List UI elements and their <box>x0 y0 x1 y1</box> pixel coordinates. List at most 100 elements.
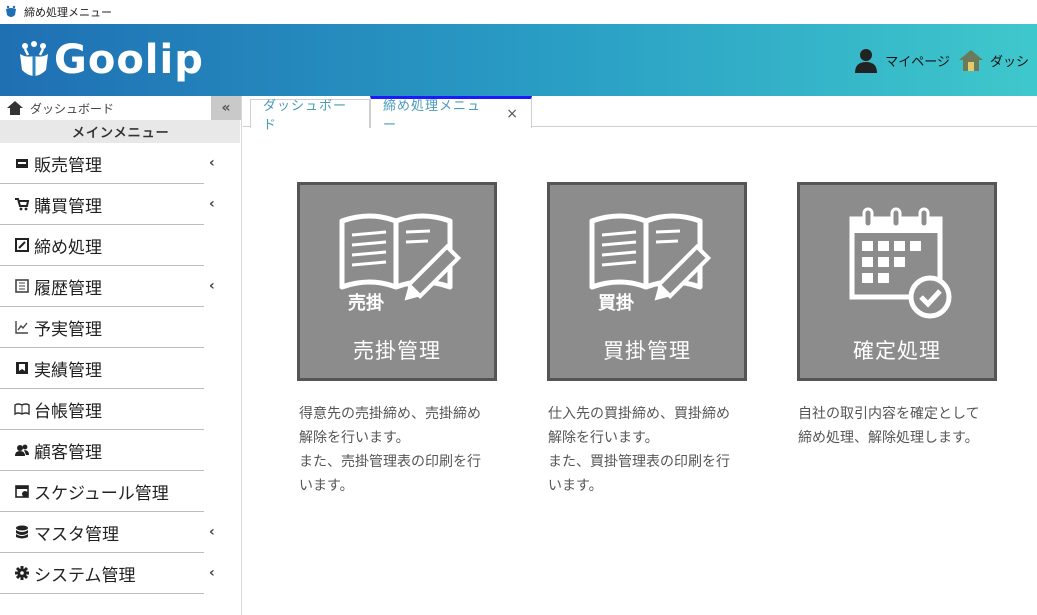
sidebar-item-4[interactable]: 予実管理 <box>0 307 240 348</box>
sidebar-item-0[interactable]: 販売管理 ‹ <box>0 143 240 184</box>
sidebar-item-6[interactable]: 台帳管理 <box>0 389 240 430</box>
accounts-payable-description: 仕入先の買掛締め、買掛締め 解除を行います。 また、買掛管理表の印刷を行 います… <box>548 402 763 498</box>
confirm-process-card[interactable]: 確定処理 <box>797 182 997 381</box>
sidebar-item-cell: 台帳管理 <box>0 389 204 430</box>
tab-closing-menu-label: 締め処理メニュー <box>383 98 482 133</box>
open-book-pencil-icon <box>339 213 462 301</box>
dashboard-link[interactable]: ダッシ <box>958 48 1029 72</box>
tulip-logo-icon <box>20 41 48 76</box>
sidebar-item-label: スケジュール管理 <box>34 483 169 504</box>
goolip-logo[interactable]: Goolip <box>16 37 204 83</box>
sidebar-collapse-button[interactable]: « <box>211 96 241 120</box>
sidebar-item-label: 予実管理 <box>34 319 102 340</box>
card-label: 確定処理 <box>853 339 941 363</box>
sidebar-item-label: 実績管理 <box>34 360 102 381</box>
accounts-receivable-description: 得意先の売掛締め、売掛締め 解除を行います。 また、売掛管理表の印刷を行 います… <box>299 402 514 498</box>
description-line: また、買掛管理表の印刷を行 <box>548 454 730 470</box>
database-icon <box>16 525 28 539</box>
window-title: 締め処理メニュー <box>24 6 112 19</box>
logo-text: Goolip <box>54 37 204 83</box>
chevron-left-icon[interactable]: ‹ <box>209 155 215 171</box>
sidebar: ダッシュボード « メインメニュー 販売管理 ‹ 購買管理 ‹ 締め処理履歴管理 ‹ 予実管… <box>0 96 242 615</box>
sidebar-dashboard-label: ダッシュボード <box>30 101 115 116</box>
chevron-left-icon[interactable]: ‹ <box>209 196 215 212</box>
checkbox-edit-icon <box>15 238 29 252</box>
card-label: 買掛管理 <box>603 339 691 363</box>
tab-close-icon[interactable]: × <box>506 106 519 122</box>
sidebar-item-cell: 販売管理 <box>0 143 204 184</box>
calendar-icon <box>15 485 29 498</box>
dashboard-label: ダッシ <box>989 54 1029 70</box>
sidebar-item-cell: 顧客管理 <box>0 430 204 471</box>
mypage-label: マイページ <box>885 54 950 70</box>
sidebar-item-label: 台帳管理 <box>34 401 102 422</box>
sidebar-item-label: 顧客管理 <box>34 442 102 463</box>
main-menu-heading: メインメニュー <box>0 120 240 143</box>
history-list-icon <box>15 279 29 293</box>
tab-bar: ダッシュボード 締め処理メニュー × <box>243 96 1037 133</box>
sidebar-item-cell: 履歴管理 <box>0 266 204 307</box>
sidebar-dashboard-link[interactable]: ダッシュボード <box>0 96 212 120</box>
gear-icon <box>15 566 29 580</box>
home-icon <box>7 101 23 115</box>
home-icon <box>958 50 983 71</box>
book-icon <box>14 403 30 416</box>
sidebar-item-9[interactable]: マスタ管理 ‹ <box>0 512 240 553</box>
calendar-check-icon <box>849 207 952 319</box>
sidebar-item-8[interactable]: スケジュール管理 <box>0 471 240 512</box>
accounts-payable-card[interactable]: 買掛 買掛管理 <box>547 182 747 381</box>
sidebar-item-1[interactable]: 購買管理 ‹ <box>0 184 240 225</box>
line-chart-icon <box>15 321 28 334</box>
sidebar-item-cell: 締め処理 <box>0 225 204 266</box>
card-icon-caption: 売掛 <box>348 293 384 314</box>
sidebar-menu: 販売管理 ‹ 購買管理 ‹ 締め処理履歴管理 ‹ 予実管理実績管理台帳管理顧客管理スケジュー… <box>0 143 241 594</box>
sidebar-item-label: 購買管理 <box>34 196 102 217</box>
description-line: 得意先の売掛締め、売掛締め <box>299 406 481 422</box>
sidebar-item-label: システム管理 <box>34 565 136 586</box>
sidebar-item-label: 締め処理 <box>34 237 102 258</box>
description-line: います。 <box>299 478 354 494</box>
window-titlebar: 締め処理メニュー <box>0 0 1037 24</box>
description-line: また、売掛管理表の印刷を行 <box>299 454 481 470</box>
card-label: 売掛管理 <box>353 339 441 363</box>
sidebar-item-2[interactable]: 締め処理 <box>0 225 240 266</box>
store-icon <box>16 159 28 168</box>
sidebar-item-label: 販売管理 <box>34 155 102 176</box>
sidebar-item-label: マスタ管理 <box>34 524 119 545</box>
chevron-left-icon[interactable]: ‹ <box>209 524 215 540</box>
sidebar-item-3[interactable]: 履歴管理 ‹ <box>0 266 240 307</box>
header-nav: マイページ ダッシ <box>853 24 1037 96</box>
user-icon <box>855 49 878 73</box>
users-icon <box>15 444 29 456</box>
chevron-left-icon[interactable]: ‹ <box>209 565 215 581</box>
card-icon-caption: 買掛 <box>598 293 634 314</box>
sidebar-item-7[interactable]: 顧客管理 <box>0 430 240 471</box>
sidebar-item-cell: 予実管理 <box>0 307 204 348</box>
main-content: ダッシュボード 締め処理メニュー × 売掛 売掛管理 得意先の売掛締め、売掛締め… <box>243 96 1037 615</box>
sidebar-item-5[interactable]: 実績管理 <box>0 348 240 389</box>
app-tulip-icon <box>6 5 16 17</box>
sidebar-item-cell: 実績管理 <box>0 348 204 389</box>
confirm-process-description: 自社の取引内容を確定として 締め処理、解除処理します。 <box>798 402 1013 450</box>
sidebar-item-cell: システム管理 <box>0 553 204 594</box>
sidebar-item-cell: マスタ管理 <box>0 512 204 553</box>
sidebar-item-cell: 購買管理 <box>0 184 204 225</box>
mypage-link[interactable]: マイページ <box>853 47 950 73</box>
sidebar-top: ダッシュボード « <box>0 96 241 120</box>
description-line: 締め処理、解除処理します。 <box>798 430 979 446</box>
accounts-receivable-card[interactable]: 売掛 売掛管理 <box>297 182 497 381</box>
sidebar-item-10[interactable]: システム管理 ‹ <box>0 553 240 594</box>
description-line: います。 <box>548 478 603 494</box>
app-header: Goolip マイページ ダッシ <box>0 24 1037 96</box>
sidebar-item-cell: スケジュール管理 <box>0 471 204 512</box>
bookmark-icon <box>16 362 28 374</box>
description-line: 解除を行います。 <box>548 430 659 446</box>
tab-closing-menu[interactable]: 締め処理メニュー × <box>370 96 532 133</box>
chevron-left-icon[interactable]: ‹ <box>209 278 215 294</box>
tab-dashboard[interactable]: ダッシュボード <box>250 99 370 133</box>
description-line: 仕入先の買掛締め、買掛締め <box>548 406 730 422</box>
cart-icon <box>15 198 30 211</box>
description-line: 自社の取引内容を確定として <box>798 406 980 422</box>
tab-dashboard-label: ダッシュボード <box>263 99 348 133</box>
open-book-pencil-icon <box>589 213 712 301</box>
